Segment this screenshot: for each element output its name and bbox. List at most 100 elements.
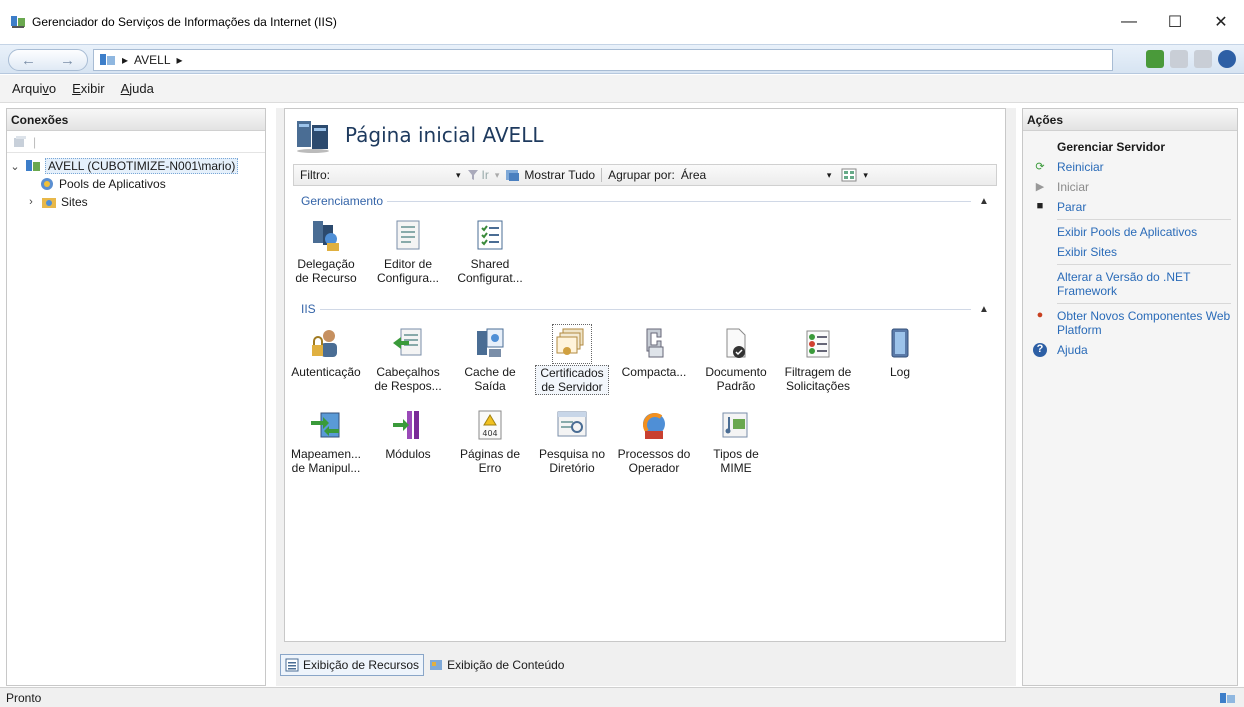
feature-label: Processos do Operador: [617, 447, 691, 475]
feature-log[interactable]: Log: [863, 327, 937, 379]
menu-exibir[interactable]: Exibir: [72, 81, 105, 96]
address-bar: ← → ▸ AVELL ▸: [0, 44, 1244, 74]
actions-header: Ações: [1023, 109, 1237, 131]
action-stop[interactable]: ■ Parar: [1023, 197, 1237, 217]
config-editor-icon: [396, 220, 420, 250]
feature-certificados[interactable]: Certificados de Servidor: [535, 324, 609, 395]
worker-processes-icon: [643, 413, 665, 439]
action-view-app-pools-label: Exibir Pools de Aplicativos: [1057, 225, 1198, 239]
features-view-icon: [285, 658, 299, 672]
breadcrumb-avell[interactable]: AVELL: [134, 53, 170, 67]
tab-features-view[interactable]: Exibição de Recursos: [280, 654, 425, 676]
path-separator-trailing[interactable]: ▸: [177, 53, 183, 67]
expand-toggle-sites[interactable]: ›: [25, 196, 37, 208]
connect-icon[interactable]: [1146, 50, 1164, 68]
tree-node-server[interactable]: ⌄ AVELL (CUBOTIMIZE-N001\mario): [7, 157, 265, 175]
action-start[interactable]: ▶ Iniciar: [1023, 177, 1237, 197]
server-status-icon: [1220, 693, 1235, 703]
feature-shared-config[interactable]: Shared Configurat...: [453, 219, 527, 285]
forward-button[interactable]: →: [60, 52, 75, 69]
close-button[interactable]: ✕: [1198, 0, 1244, 44]
start-icon: ▶: [1035, 181, 1045, 193]
action-restart[interactable]: ⟳ Reiniciar: [1023, 157, 1237, 177]
server-icon: [100, 54, 115, 65]
group-by-dropdown[interactable]: ▾: [827, 170, 832, 181]
nav-buttons: ← →: [8, 49, 88, 71]
actions-divider: [1057, 219, 1231, 220]
filter-bar: Filtro: ▾ Ir ▾ Mostrar Tudo Agrupar por:…: [293, 164, 997, 186]
maximize-button[interactable]: ☐: [1152, 0, 1198, 44]
action-restart-label: Reiniciar: [1057, 160, 1104, 174]
connect-to-server-icon[interactable]: [13, 135, 27, 149]
group-by-select[interactable]: Área: [681, 168, 821, 182]
feature-cache-saida[interactable]: Cache de Saída: [453, 327, 527, 393]
feature-autenticacao[interactable]: Autenticação: [289, 327, 363, 379]
go-button[interactable]: Ir: [482, 168, 489, 182]
web-platform-icon: ●: [1036, 309, 1044, 321]
menu-ajuda[interactable]: Ajuda: [121, 81, 154, 96]
show-all-icon[interactable]: [505, 168, 521, 182]
handler-mappings-icon: [311, 412, 340, 438]
feature-label: Filtragem de Solicitações: [784, 365, 852, 393]
actions-list: Gerenciar Servidor ⟳ Reiniciar ▶ Iniciar…: [1023, 131, 1237, 360]
feature-filtragem[interactable]: Filtragem de Solicitações: [781, 327, 855, 393]
spacer-icon: [1033, 245, 1047, 259]
feature-tipos-mime[interactable]: Tipos de MIME: [699, 409, 773, 475]
action-get-components-label: Obter Novos Componentes Web Platform: [1057, 309, 1231, 337]
view-mode-icon[interactable]: [841, 168, 857, 182]
address-field[interactable]: ▸ AVELL ▸: [93, 49, 1113, 71]
feature-pesquisa-diretorio[interactable]: Pesquisa no Diretório: [535, 409, 609, 475]
collapse-icon[interactable]: ▲: [977, 304, 991, 315]
feature-mapeamento[interactable]: Mapeamen... de Manipul...: [289, 409, 363, 475]
feature-modulos[interactable]: Módulos: [371, 409, 445, 461]
menu-arquivo[interactable]: Arquivo: [12, 81, 56, 96]
actions-divider: [1057, 264, 1231, 265]
feature-cabecalhos[interactable]: Cabeçalhos de Respos...: [371, 327, 445, 393]
stop-icon[interactable]: [1170, 50, 1188, 68]
address-toolbar: [1146, 50, 1236, 68]
logging-icon: [891, 328, 909, 358]
feature-compactacao[interactable]: Compacta...: [617, 327, 691, 379]
tree-node-app-pools[interactable]: Pools de Aplicativos: [7, 175, 265, 193]
toolbar-divider: |: [33, 134, 37, 149]
feature-label: Mapeamen... de Manipul...: [290, 447, 362, 475]
section-iis[interactable]: IIS ▲: [301, 301, 991, 317]
feature-documento-padrao[interactable]: Documento Padrão: [699, 327, 773, 393]
directory-browsing-icon: [557, 411, 587, 437]
tree-node-server-label: AVELL (CUBOTIMIZE-N001\mario): [45, 158, 239, 174]
action-help[interactable]: ? Ajuda: [1023, 340, 1237, 360]
action-change-net[interactable]: Alterar a Versão do .NET Framework: [1023, 267, 1237, 301]
view-tabs: Exibição de Recursos Exibição de Conteúd…: [280, 654, 569, 676]
funnel-icon[interactable]: [467, 169, 479, 181]
filter-dropdown[interactable]: ▾: [456, 170, 461, 181]
show-all-button[interactable]: Mostrar Tudo: [524, 168, 595, 182]
tree-node-sites[interactable]: › Sites: [7, 193, 265, 211]
connections-toolbar: |: [7, 131, 265, 153]
view-mode-dropdown[interactable]: ▾: [863, 170, 868, 181]
tree-node-app-pools-label: Pools de Aplicativos: [59, 177, 166, 191]
feature-paginas-erro[interactable]: 404 Páginas de Erro: [453, 409, 527, 475]
feature-delegacao[interactable]: Delegação de Recurso: [289, 219, 363, 285]
connections-tree: ⌄ AVELL (CUBOTIMIZE-N001\mario) Pools de…: [7, 153, 265, 211]
go-dropdown[interactable]: ▾: [495, 170, 500, 181]
section-gerenciamento[interactable]: Gerenciamento ▲: [301, 193, 991, 209]
expand-toggle-server[interactable]: ⌄: [9, 160, 21, 173]
feature-label: Cache de Saída: [464, 365, 516, 393]
action-view-sites[interactable]: Exibir Sites: [1023, 242, 1237, 262]
actions-divider: [1057, 303, 1231, 304]
home-icon[interactable]: [1194, 50, 1212, 68]
action-stop-label: Parar: [1057, 200, 1087, 214]
collapse-icon[interactable]: ▲: [977, 196, 991, 207]
back-button[interactable]: ←: [21, 52, 36, 69]
feature-label: Shared Configurat...: [457, 257, 523, 285]
title-bar: Gerenciador do Serviços de Informações d…: [0, 0, 1244, 44]
action-view-app-pools[interactable]: Exibir Pools de Aplicativos: [1023, 222, 1237, 242]
feature-label: Log: [889, 365, 911, 379]
action-get-components[interactable]: ● Obter Novos Componentes Web Platform: [1023, 306, 1237, 340]
feature-processos-operador[interactable]: Processos do Operador: [617, 409, 691, 475]
minimize-button[interactable]: —: [1106, 0, 1152, 44]
feature-editor-config[interactable]: Editor de Configura...: [371, 219, 445, 285]
help-icon[interactable]: [1218, 50, 1236, 68]
output-cache-icon: [477, 328, 504, 357]
tab-content-view[interactable]: Exibição de Conteúdo: [424, 654, 569, 676]
